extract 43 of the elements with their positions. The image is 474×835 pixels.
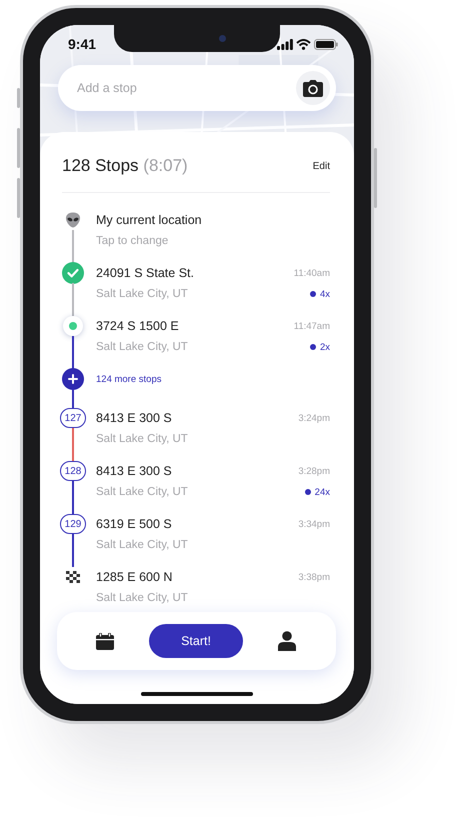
status-time: 9:41 — [68, 36, 96, 52]
stop-number-badge: 127 — [60, 408, 86, 428]
stop-city: Tap to change — [96, 235, 168, 247]
battery-icon — [314, 38, 338, 50]
stop-count: 4x — [310, 288, 330, 300]
signal-icon — [277, 38, 293, 50]
stop-address: 8413 E 300 S — [96, 411, 172, 425]
check-icon — [62, 262, 84, 284]
stop-city: Salt Lake City, UT — [96, 539, 188, 551]
stop-time: 11:47am — [294, 320, 330, 332]
stop-count: 2x — [310, 342, 330, 352]
checkered-flag-icon — [66, 571, 80, 583]
stop-number-badge: 128 — [60, 461, 86, 481]
person-icon[interactable] — [278, 631, 296, 651]
stop-city: Salt Lake City, UT — [96, 592, 188, 604]
edit-button[interactable]: Edit — [312, 160, 330, 172]
stop-time: 3:28pm — [298, 466, 330, 476]
stop-time: 3:38pm — [298, 572, 330, 582]
location-dot-icon — [63, 316, 83, 336]
stop-address: 6319 E 500 S — [96, 517, 172, 531]
stop-city: Salt Lake City, UT — [96, 433, 188, 445]
stop-address: 1285 E 600 N — [96, 570, 172, 584]
plus-icon[interactable] — [62, 368, 84, 390]
calendar-icon[interactable] — [96, 632, 114, 650]
stop-address: 3724 S 1500 E — [96, 319, 179, 333]
more-stops-link[interactable]: 124 more stops — [96, 374, 162, 384]
stop-address: My current location — [96, 213, 202, 227]
stop-time: 11:40am — [294, 268, 330, 278]
wifi-icon — [296, 38, 311, 50]
alien-icon — [65, 212, 81, 228]
stop-count: 24x — [304, 486, 330, 498]
stop-address: 8413 E 300 S — [96, 464, 172, 478]
stop-time: 3:24pm — [298, 412, 330, 424]
start-button[interactable]: Start! — [149, 624, 243, 658]
stop-city: Salt Lake City, UT — [96, 341, 188, 353]
search-field[interactable]: Add a stop — [58, 65, 336, 111]
camera-icon — [303, 80, 323, 96]
stop-time: 3:34pm — [298, 518, 330, 530]
stop-number-badge: 129 — [60, 514, 86, 534]
stops-title: 128 Stops (8:07) — [62, 155, 188, 177]
stop-city: Salt Lake City, UT — [96, 288, 188, 300]
stop-city: Salt Lake City, UT — [96, 486, 188, 498]
stop-address: 24091 S State St. — [96, 266, 194, 280]
